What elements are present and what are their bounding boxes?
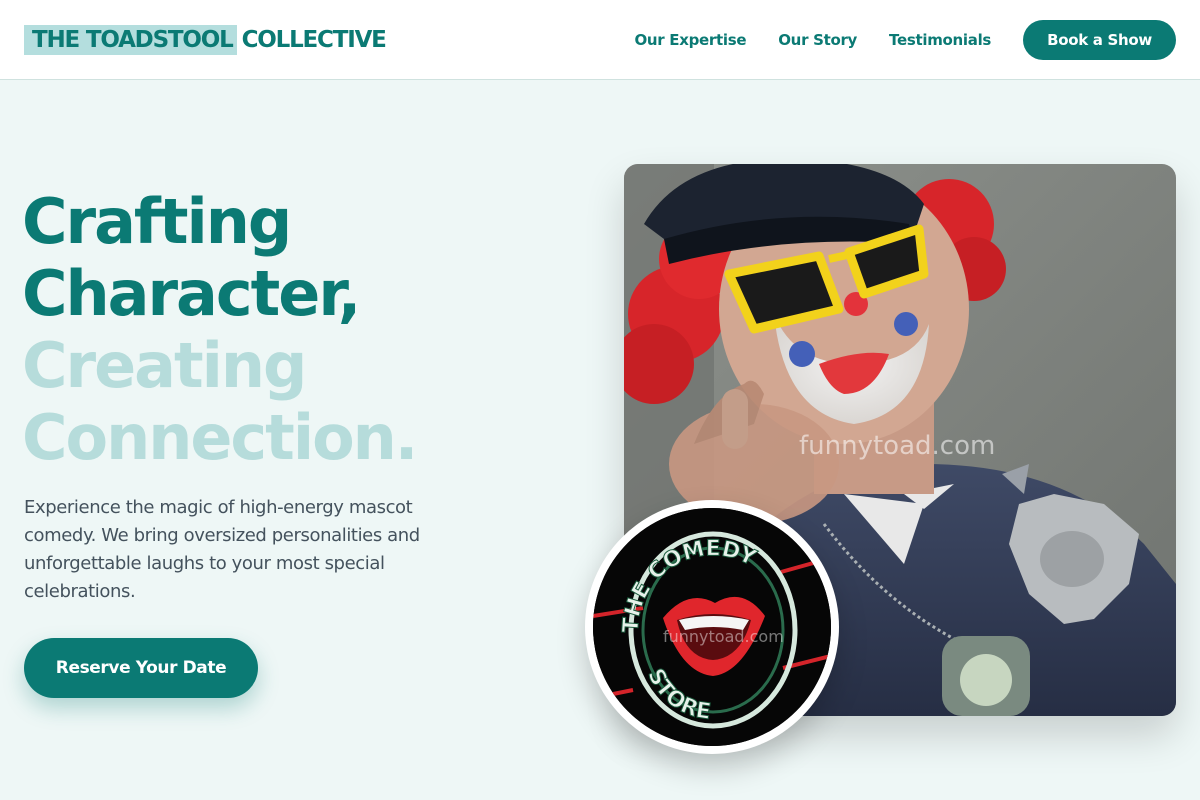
hero-headline-line-2: Character, (22, 257, 361, 330)
hero-headline-line-1: Crafting (22, 185, 292, 258)
reserve-your-date-button[interactable]: Reserve Your Date (24, 638, 258, 698)
nav-link-our-story[interactable]: Our Story (778, 31, 857, 49)
hero-headline: Crafting Character, Creating Connection. (22, 185, 418, 474)
nav-link-our-expertise[interactable]: Our Expertise (634, 31, 746, 49)
badge-watermark: funnytoad.com (663, 627, 784, 646)
book-a-show-button[interactable]: Book a Show (1023, 20, 1176, 60)
site-header: THE TOADSTOOL COLLECTIVE Our Expertise O… (0, 0, 1200, 80)
hero-headline-line-4: Connection. (22, 401, 418, 474)
comedy-store-sign-image: THE COMEDY STORE funnytoad.com (593, 508, 831, 746)
hero-description: Experience the magic of high-energy masc… (24, 497, 420, 602)
hero-headline-line-3: Creating (22, 329, 307, 402)
brand-logo-text: COLLECTIVE (241, 27, 387, 53)
photo-watermark: funnytoad.com (799, 431, 995, 461)
nav-link-testimonials[interactable]: Testimonials (889, 31, 991, 49)
main-nav: Our Expertise Our Story Testimonials Boo… (634, 20, 1176, 60)
comedy-store-badge: THE COMEDY STORE funnytoad.com (585, 500, 839, 754)
brand-logo[interactable]: THE TOADSTOOL COLLECTIVE (24, 25, 387, 55)
brand-logo-highlight: THE TOADSTOOL (24, 25, 237, 55)
